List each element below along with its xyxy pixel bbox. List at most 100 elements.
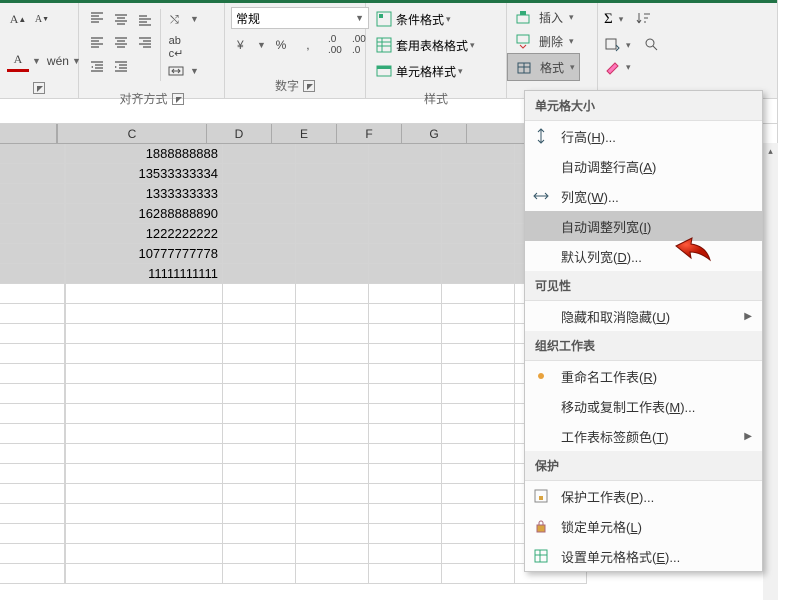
cell[interactable] [442, 424, 515, 444]
cell[interactable] [0, 484, 65, 504]
cell[interactable] [66, 344, 223, 364]
cell[interactable] [369, 484, 442, 504]
increase-decimal-button[interactable]: .0.00 [324, 34, 346, 56]
cell[interactable] [296, 264, 369, 284]
menu-row-height[interactable]: 行高(H)... [525, 121, 762, 151]
cell[interactable] [223, 504, 296, 524]
cell[interactable] [369, 344, 442, 364]
cell[interactable] [0, 244, 65, 264]
cell[interactable] [296, 184, 369, 204]
column-header[interactable]: E [272, 124, 337, 144]
cell[interactable] [369, 384, 442, 404]
select-all-corner[interactable] [0, 124, 57, 144]
format-button[interactable]: 格式▾ [507, 53, 580, 81]
cell[interactable] [296, 284, 369, 304]
cell[interactable] [223, 304, 296, 324]
cell[interactable] [369, 164, 442, 184]
cell[interactable] [66, 564, 223, 584]
cell[interactable] [296, 144, 369, 164]
menu-rename-sheet[interactable]: 重命名工作表(R) [525, 361, 762, 391]
cell[interactable] [223, 164, 296, 184]
cell[interactable] [0, 524, 65, 544]
cell-styles-button[interactable]: 单元格样式▾ [372, 59, 463, 83]
increase-font-button[interactable]: A▲ [7, 8, 29, 30]
menu-column-width[interactable]: 列宽(W)... [525, 181, 762, 211]
align-middle-button[interactable] [110, 8, 132, 30]
cell[interactable] [369, 204, 442, 224]
cell[interactable] [296, 404, 369, 424]
column-header[interactable]: C [58, 124, 207, 144]
cell[interactable] [0, 304, 65, 324]
cell[interactable] [442, 484, 515, 504]
cell[interactable] [369, 504, 442, 524]
cell[interactable] [369, 404, 442, 424]
cell[interactable] [0, 424, 65, 444]
cell[interactable] [296, 444, 369, 464]
menu-autofit-column-width[interactable]: 自动调整列宽(I) [525, 211, 762, 241]
cell[interactable] [66, 404, 223, 424]
align-center-button[interactable] [110, 32, 132, 54]
chevron-down-icon[interactable]: ▼ [190, 66, 199, 76]
cell[interactable] [442, 304, 515, 324]
cell[interactable] [223, 524, 296, 544]
menu-autofit-row-height[interactable]: 自动调整行高(A) [525, 151, 762, 181]
align-right-button[interactable] [134, 32, 156, 54]
cell[interactable] [0, 404, 65, 424]
menu-lock-cell[interactable]: 锁定单元格(L) [525, 511, 762, 541]
align-bottom-button[interactable] [134, 8, 156, 30]
cell[interactable] [66, 284, 223, 304]
cell[interactable] [0, 164, 65, 184]
cell[interactable] [66, 444, 223, 464]
chevron-down-icon[interactable]: ▼ [257, 40, 266, 50]
phonetic-button[interactable]: wén [47, 50, 69, 72]
cell[interactable] [442, 184, 515, 204]
cell[interactable] [223, 564, 296, 584]
cell[interactable] [223, 224, 296, 244]
cell[interactable] [296, 224, 369, 244]
cell[interactable] [296, 204, 369, 224]
format-as-table-button[interactable]: 套用表格格式▾ [372, 33, 475, 57]
find-icon[interactable] [641, 34, 663, 56]
number-format-dropdown[interactable]: 常规▼ [231, 7, 369, 29]
cell[interactable] [66, 544, 223, 564]
cell[interactable] [442, 344, 515, 364]
cell[interactable]: 11111111111 [66, 264, 223, 284]
cell[interactable] [442, 204, 515, 224]
cell[interactable] [223, 344, 296, 364]
chevron-down-icon[interactable]: ▼ [190, 14, 199, 24]
decrease-indent-button[interactable] [86, 56, 108, 78]
align-left-button[interactable] [86, 32, 108, 54]
cell[interactable] [0, 444, 65, 464]
cell[interactable] [223, 324, 296, 344]
cell[interactable]: 16288888890 [66, 204, 223, 224]
cell[interactable] [296, 384, 369, 404]
cell[interactable]: 1333333333 [66, 184, 223, 204]
cell[interactable] [0, 324, 65, 344]
cell[interactable] [223, 424, 296, 444]
cell[interactable] [369, 544, 442, 564]
cell[interactable] [442, 384, 515, 404]
cell[interactable] [442, 144, 515, 164]
cell[interactable]: 13533333334 [66, 164, 223, 184]
accounting-format-button[interactable]: ¥ [232, 34, 254, 56]
cell[interactable] [442, 524, 515, 544]
cell[interactable] [442, 224, 515, 244]
menu-hide-unhide[interactable]: 隐藏和取消隐藏(U) ▶ [525, 301, 762, 331]
cell[interactable] [223, 544, 296, 564]
cell[interactable] [296, 344, 369, 364]
chevron-down-icon[interactable]: ▼ [32, 56, 41, 66]
cell[interactable] [223, 144, 296, 164]
cell[interactable] [442, 164, 515, 184]
column-header[interactable]: F [337, 124, 402, 144]
cell[interactable] [0, 184, 65, 204]
menu-protect-sheet[interactable]: 保护工作表(P)... [525, 481, 762, 511]
percent-format-button[interactable]: % [270, 34, 292, 56]
decrease-font-button[interactable]: A▼ [31, 8, 53, 30]
cell[interactable] [442, 284, 515, 304]
cell[interactable] [296, 244, 369, 264]
cell[interactable] [223, 204, 296, 224]
increase-indent-button[interactable] [110, 56, 132, 78]
cell[interactable] [369, 184, 442, 204]
cell[interactable] [223, 364, 296, 384]
cell[interactable] [369, 324, 442, 344]
